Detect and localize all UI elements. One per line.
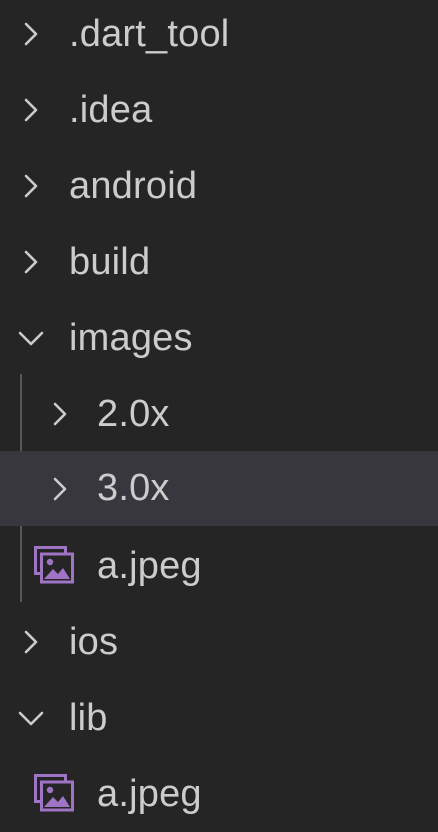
tree-item-label: lib [69,697,108,739]
tree-item-label: a.jpeg [97,773,202,815]
chevron-right-icon [17,20,45,48]
tree-item-label: .dart_tool [69,13,230,55]
tree-item-label: 2.0x [97,393,170,435]
chevron-down-icon [17,324,45,352]
chevron-right-icon [17,96,45,124]
chevron-right-icon [17,628,45,656]
tree-item-ios[interactable]: ios [0,604,438,680]
file-explorer-tree: .dart_tool .idea android build images 2.… [0,0,438,828]
tree-item-label: 3.0x [97,467,170,509]
tree-item-images[interactable]: images [0,300,438,376]
tree-item-idea[interactable]: .idea [0,72,438,148]
chevron-right-icon [17,248,45,276]
chevron-down-icon [17,704,45,732]
tree-item-lib-a-jpeg[interactable]: a.jpeg [0,756,438,832]
tree-item-label: images [69,317,193,359]
chevron-right-icon [46,475,74,503]
chevron-right-icon [46,400,74,428]
tree-item-2-0x[interactable]: 2.0x [0,376,438,452]
tree-item-images-a-jpeg[interactable]: a.jpeg [0,528,438,604]
tree-item-label: .idea [69,89,153,131]
image-file-icon [34,546,74,586]
tree-item-label: a.jpeg [97,545,202,587]
tree-item-lib[interactable]: lib [0,680,438,756]
tree-item-3-0x[interactable]: 3.0x [0,451,438,526]
chevron-right-icon [17,172,45,200]
tree-item-label: android [69,165,198,207]
image-file-icon [34,774,74,814]
tree-item-android[interactable]: android [0,148,438,224]
tree-item-build[interactable]: build [0,224,438,300]
tree-item-label: ios [69,621,119,663]
tree-item-label: build [69,241,151,283]
tree-item-dart-tool[interactable]: .dart_tool [0,0,438,72]
